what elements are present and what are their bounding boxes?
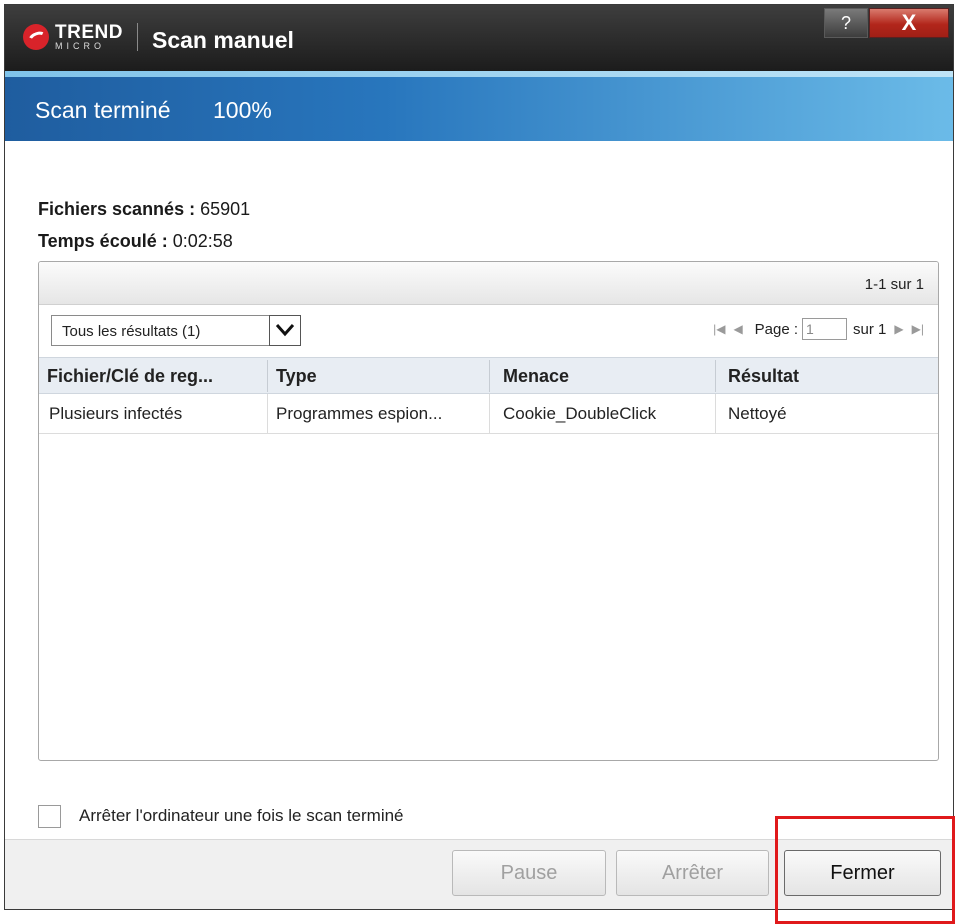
cell-type: Programmes espion... xyxy=(276,404,443,423)
button-bar: Pause Arrêter Fermer xyxy=(5,839,953,909)
cell-result: Nettoyé xyxy=(728,404,787,423)
scan-status-label: Scan terminé xyxy=(35,97,171,123)
elapsed-time-info: Temps écoulé : 0:02:58 xyxy=(38,231,233,252)
cell-threat: Cookie_DoubleClick xyxy=(503,404,657,423)
title-bar[interactable]: TREND MICRO Scan manuel ? X xyxy=(5,5,953,71)
column-divider[interactable] xyxy=(267,360,268,392)
scan-progress-percent: 100% xyxy=(213,97,272,123)
shutdown-checkbox-label[interactable]: Arrêter l'ordinateur une fois le scan te… xyxy=(79,806,404,826)
results-table-header: Fichier/Clé de reg... Type Menace Résult… xyxy=(39,357,938,394)
page-number-input[interactable]: 1 xyxy=(802,318,848,340)
column-divider[interactable] xyxy=(489,360,490,392)
scan-status-banner: Scan terminé 100% xyxy=(5,71,953,141)
table-row[interactable]: Plusieurs infectés Programmes espion... … xyxy=(39,394,938,434)
trend-micro-logo-icon xyxy=(23,24,49,50)
last-page-icon[interactable]: ▶| xyxy=(912,322,924,336)
results-panel: 1-1 sur 1 Tous les résultats (1) |◀ ◀ Pa… xyxy=(38,261,939,761)
window-close-button[interactable]: X xyxy=(869,8,949,38)
title-divider xyxy=(137,23,138,51)
files-scanned-info: Fichiers scannés : 65901 xyxy=(38,199,250,220)
column-header-file[interactable]: Fichier/Clé de reg... xyxy=(47,366,213,387)
elapsed-time-value: 0:02:58 xyxy=(172,231,233,251)
results-header-bar: 1-1 sur 1 xyxy=(39,262,938,305)
shutdown-checkbox[interactable] xyxy=(38,805,61,828)
column-header-result[interactable]: Résultat xyxy=(728,366,799,387)
page-label: Page : xyxy=(754,320,799,338)
chevron-down-icon[interactable] xyxy=(269,315,301,346)
trend-micro-logo: TREND MICRO xyxy=(23,23,123,51)
first-page-icon[interactable]: |◀ xyxy=(713,322,725,336)
stop-button[interactable]: Arrêter xyxy=(616,850,769,896)
results-filter-value: Tous les résultats (1) xyxy=(62,323,201,340)
column-header-type[interactable]: Type xyxy=(276,366,317,387)
next-page-icon[interactable]: ▶ xyxy=(894,322,903,336)
pause-button[interactable]: Pause xyxy=(452,850,606,896)
window-title: Scan manuel xyxy=(152,27,294,53)
cell-file: Plusieurs infectés xyxy=(49,404,183,423)
close-button[interactable]: Fermer xyxy=(784,850,941,896)
column-divider[interactable] xyxy=(715,360,716,392)
files-scanned-value: 65901 xyxy=(200,199,251,219)
results-range: 1-1 sur 1 xyxy=(864,276,924,293)
brand-name: TREND xyxy=(55,22,123,43)
brand-subname: MICRO xyxy=(55,41,105,51)
help-button[interactable]: ? xyxy=(824,8,868,38)
page-total: sur 1 xyxy=(853,320,887,338)
results-filter-dropdown[interactable]: Tous les résultats (1) xyxy=(51,315,301,346)
previous-page-icon[interactable]: ◀ xyxy=(733,322,742,336)
column-header-threat[interactable]: Menace xyxy=(503,366,569,387)
scan-dialog: TREND MICRO Scan manuel ? X Scan terminé… xyxy=(4,4,954,910)
files-scanned-label: Fichiers scannés : xyxy=(38,199,196,219)
elapsed-time-label: Temps écoulé : xyxy=(38,231,168,251)
pagination: |◀ ◀ Page : 1 sur 1 ▶ ▶| xyxy=(709,314,928,344)
